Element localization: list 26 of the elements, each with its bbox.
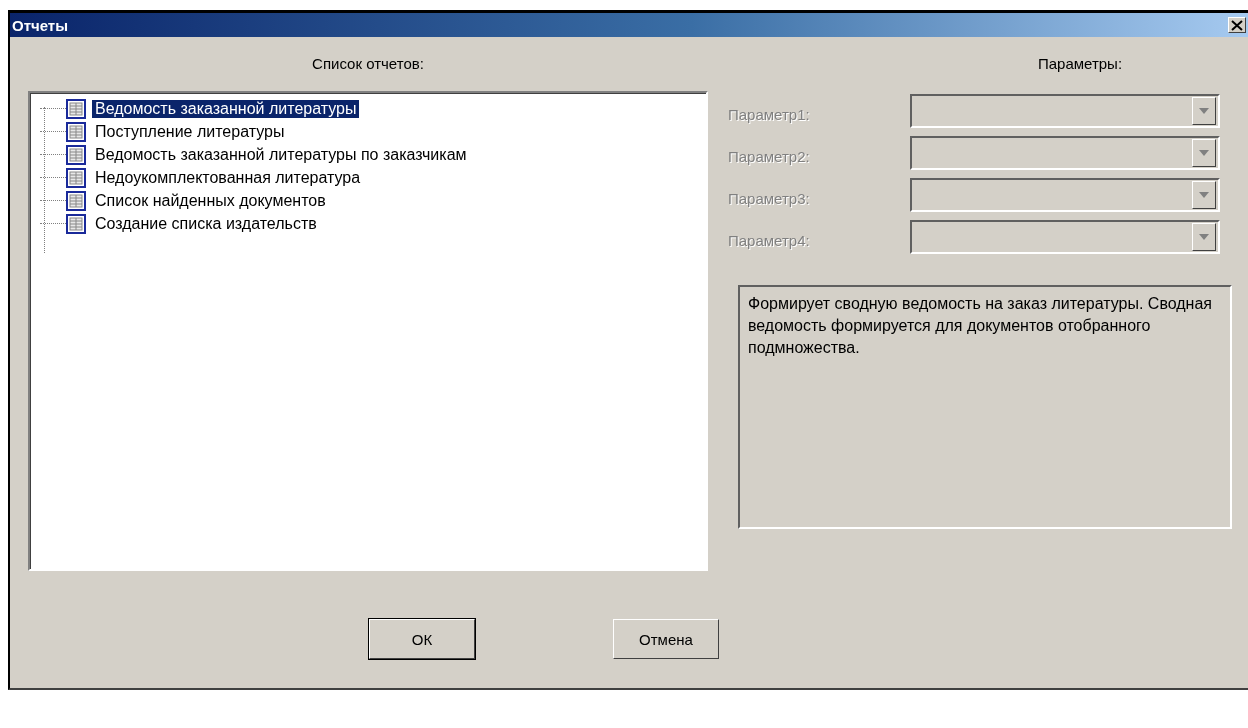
report-item[interactable]: Недоукомплектованная литература (92, 168, 364, 187)
parameter-label: Параметр4: (728, 230, 811, 249)
report-item[interactable]: Поступление литературы (92, 122, 288, 141)
report-item[interactable]: Ведомость заказанной литературы по заказчикам (92, 145, 470, 164)
dropdown-arrow-icon (1199, 108, 1209, 114)
dropdown-arrow-icon (1199, 234, 1209, 240)
ok-button[interactable]: ОК (369, 619, 475, 659)
parameter-dropdown[interactable] (910, 136, 1220, 170)
close-icon (1231, 19, 1243, 31)
parameter-label: Параметр2: (728, 146, 811, 165)
parameter-label: Параметр1: (728, 104, 811, 123)
parameter-dropdown[interactable] (910, 220, 1220, 254)
window-title: Отчеты (12, 16, 69, 34)
dropdown-arrow-icon (1199, 192, 1209, 198)
report-description: Формирует сводную ведомость на заказ литературы. Сводная ведомость формируется для документов отобранного подмножества. (738, 285, 1232, 529)
cancel-button[interactable]: Отмена (613, 619, 719, 659)
report-item[interactable]: Ведомость заказанной литературы (92, 99, 360, 118)
parameter-label: Параметр3: (728, 188, 811, 207)
parameter-dropdown[interactable] (910, 178, 1220, 212)
reports-heading: Список отчетов: (311, 55, 425, 74)
report-item[interactable]: Создание списка издательств (92, 214, 320, 233)
parameters-heading: Параметры: (1036, 55, 1124, 74)
close-button[interactable] (1228, 17, 1246, 33)
dropdown-arrow-icon (1199, 150, 1209, 156)
parameter-dropdown[interactable] (910, 94, 1220, 128)
report-item[interactable]: Список найденных документов (92, 191, 329, 210)
